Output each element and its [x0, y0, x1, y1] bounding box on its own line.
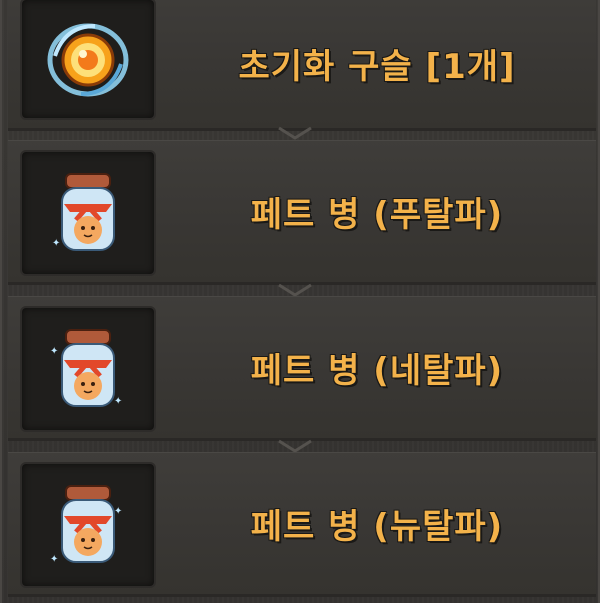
- reward-label: 페트 병 (푸탈파): [250, 194, 504, 235]
- reward-icon-slot: ✦ ✦: [20, 306, 156, 432]
- reward-label: 페트 병 (네탈파): [250, 350, 504, 391]
- svg-text:✦: ✦: [114, 396, 122, 407]
- pet-jar-icon: ✦ ✦: [50, 485, 122, 565]
- reward-list-panel: 초기화 구슬 [1개] ✦ 페트 병 (푸탈파) ✦ ✦ 페트 병 (네탈파) …: [0, 0, 600, 603]
- svg-text:✦: ✦: [114, 506, 122, 517]
- reward-row-pet-jar-3[interactable]: ✦ ✦ 페트 병 (뉴탈파): [8, 452, 596, 597]
- reward-icon-slot: [20, 0, 156, 120]
- reward-row-pet-jar-1[interactable]: ✦ 페트 병 (푸탈파): [8, 140, 596, 285]
- reward-row-pet-jar-2[interactable]: ✦ ✦ 페트 병 (네탈파): [8, 296, 596, 441]
- reset-orb-icon: [47, 23, 129, 97]
- reward-label: 페트 병 (뉴탈파): [250, 506, 504, 547]
- pet-jar-icon: ✦: [52, 173, 115, 251]
- reward-icon-slot: ✦: [20, 150, 156, 276]
- reward-icon-slot: ✦ ✦: [20, 462, 156, 588]
- chevron-down-icon: [278, 283, 312, 297]
- chevron-down-icon: [278, 126, 312, 140]
- svg-text:✦: ✦: [50, 554, 58, 565]
- chevron-down-icon: [278, 439, 312, 453]
- svg-text:✦: ✦: [52, 238, 60, 249]
- reward-row-reset-orb[interactable]: 초기화 구슬 [1개]: [8, 0, 596, 131]
- svg-text:✦: ✦: [50, 346, 58, 357]
- reward-label: 초기화 구슬 [1개]: [238, 46, 516, 87]
- pet-jar-icon: ✦ ✦: [50, 329, 122, 407]
